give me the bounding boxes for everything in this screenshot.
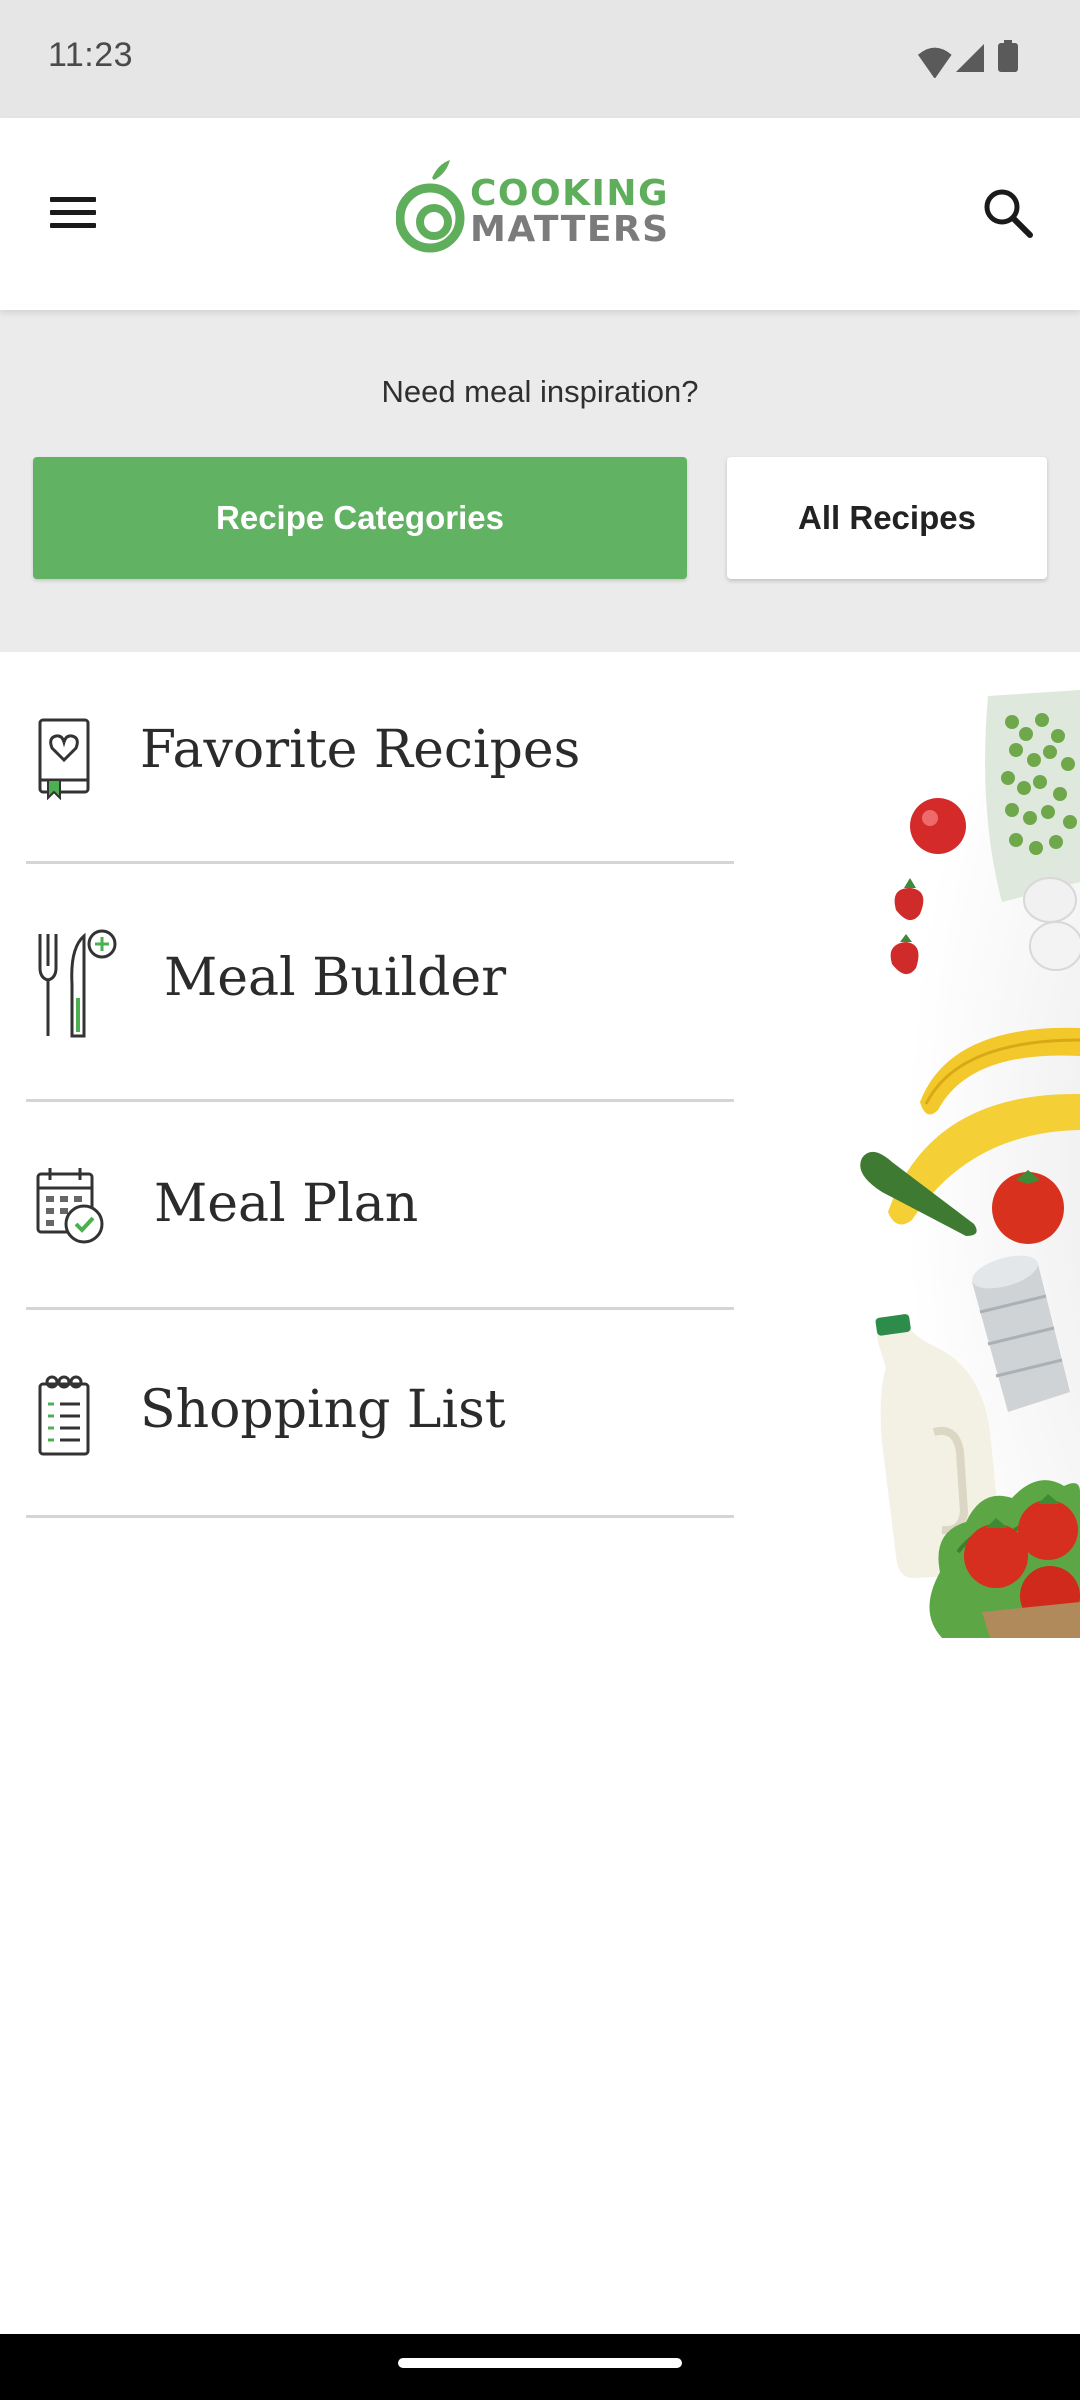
produce-image bbox=[720, 652, 1080, 1638]
logo-line-1: COOKING bbox=[470, 173, 670, 214]
menu-item-label: Favorite Recipes bbox=[140, 720, 581, 780]
logo-text: COOKING MATTERS bbox=[470, 176, 670, 248]
menu-item-shopping-list[interactable]: Shopping List bbox=[26, 1310, 734, 1518]
wifi-icon bbox=[918, 47, 952, 79]
status-icons bbox=[880, 38, 1040, 79]
app-bar: COOKING MATTERS bbox=[0, 118, 1080, 310]
recipe-categories-button[interactable]: Recipe Categories bbox=[33, 457, 687, 579]
search-icon bbox=[984, 189, 1033, 238]
cellular-signal-icon bbox=[956, 44, 984, 72]
menu-item-favorite-recipes[interactable]: Favorite Recipes bbox=[26, 652, 734, 864]
home-gesture-pill[interactable] bbox=[398, 2358, 682, 2368]
logo-line-2: MATTERS bbox=[470, 209, 670, 250]
app-logo: COOKING MATTERS bbox=[396, 156, 686, 256]
search-button[interactable] bbox=[958, 158, 1058, 268]
menu-item-label: Shopping List bbox=[140, 1380, 506, 1440]
menu-button[interactable] bbox=[26, 158, 122, 268]
system-nav-bar bbox=[0, 2334, 1080, 2400]
menu-item-label: Meal Plan bbox=[154, 1174, 419, 1234]
menu-list: Favorite Recipes Meal Builder Meal Plan … bbox=[26, 652, 734, 1518]
fork-knife-plus-icon bbox=[38, 929, 117, 1038]
menu-item-meal-builder[interactable]: Meal Builder bbox=[26, 864, 734, 1102]
all-recipes-button[interactable]: All Recipes bbox=[727, 457, 1047, 579]
logo-apple-icon bbox=[396, 160, 465, 253]
notepad-list-icon bbox=[38, 1375, 90, 1456]
status-bar: 11:23 bbox=[0, 0, 1080, 118]
inspiration-prompt: Need meal inspiration? bbox=[381, 374, 699, 409]
recipe-book-heart-icon bbox=[38, 718, 90, 800]
menu-item-meal-plan[interactable]: Meal Plan bbox=[26, 1102, 734, 1310]
calendar-check-icon bbox=[36, 1168, 104, 1244]
status-time: 11:23 bbox=[48, 36, 134, 74]
menu-item-label: Meal Builder bbox=[164, 948, 507, 1008]
inspiration-panel: Need meal inspiration? Recipe Categories… bbox=[0, 310, 1080, 652]
battery-icon bbox=[998, 40, 1018, 72]
hamburger-menu-icon bbox=[50, 197, 96, 228]
